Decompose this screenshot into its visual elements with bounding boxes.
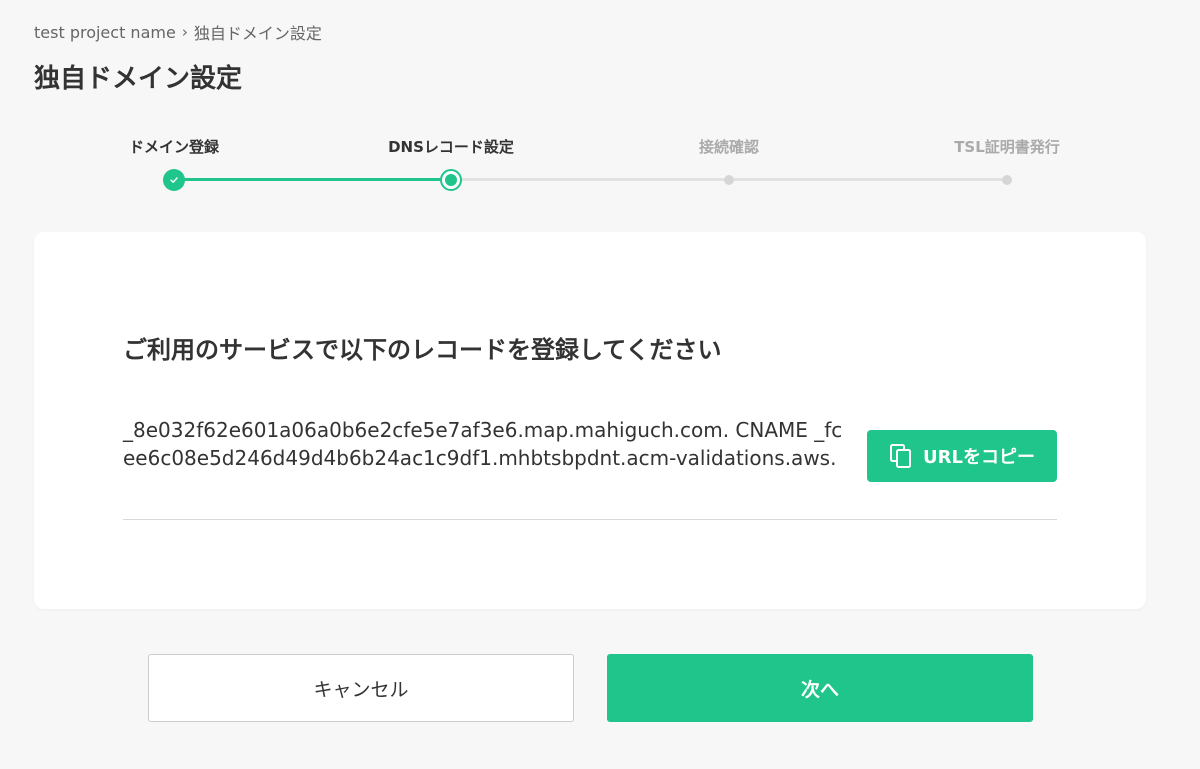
copy-url-label: URLをコピー xyxy=(923,447,1035,468)
step-track-completed xyxy=(174,178,451,181)
step-label-dns-record: DNSレコード設定 xyxy=(388,138,514,156)
step-label-domain-registration: ドメイン登録 xyxy=(128,138,219,156)
card-heading: ご利用のサービスで以下のレコードを登録してください xyxy=(123,336,722,364)
divider xyxy=(123,519,1057,520)
check-icon xyxy=(170,177,178,183)
next-button[interactable]: 次へ xyxy=(607,654,1033,722)
breadcrumb: test project name › 独自ドメイン設定 xyxy=(34,20,322,44)
cancel-button[interactable]: キャンセル xyxy=(148,654,574,722)
breadcrumb-separator: › xyxy=(181,23,188,41)
step-label-certificate: TSL証明書発行 xyxy=(954,138,1060,156)
breadcrumb-current: 独自ドメイン設定 xyxy=(193,24,322,43)
dns-record-value: _8e032f62e601a06a0b6e2cfe5e7af3e6.map.ma… xyxy=(123,418,843,470)
copy-url-button[interactable]: URLをコピー xyxy=(867,430,1057,482)
step-dot-pending xyxy=(1002,175,1012,185)
dns-record-card: ご利用のサービスで以下のレコードを登録してください _8e032f62e601a… xyxy=(34,232,1146,609)
step-dot-pending xyxy=(724,175,734,185)
page-title: 独自ドメイン設定 xyxy=(34,64,243,94)
progress-stepper: ドメイン登録 DNSレコード設定 接続確認 TSL証明書発行 xyxy=(34,130,1146,200)
copy-icon xyxy=(890,444,912,468)
step-dot-completed xyxy=(163,169,185,191)
step-label-connection-check: 接続確認 xyxy=(698,138,759,156)
step-dot-current xyxy=(440,169,462,191)
breadcrumb-project-link[interactable]: test project name xyxy=(34,23,176,42)
